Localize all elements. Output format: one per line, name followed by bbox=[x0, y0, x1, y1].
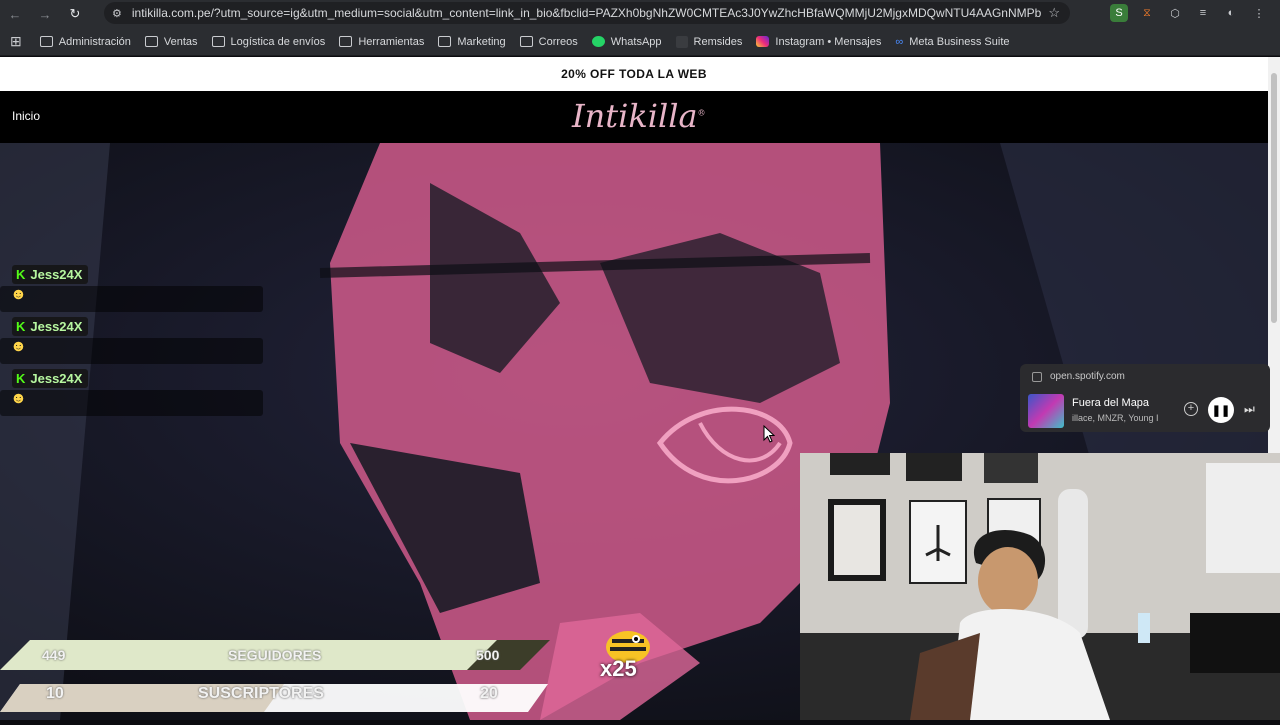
url-text[interactable]: intikilla.com.pe/?utm_source=ig&utm_medi… bbox=[132, 6, 1042, 20]
subs-current: 10 bbox=[46, 685, 64, 702]
chat-message: K Jess24X ☻ bbox=[0, 369, 263, 416]
add-icon[interactable]: + bbox=[1184, 402, 1198, 416]
meta-icon: ∞ bbox=[895, 35, 904, 48]
bookmark-label: Remsides bbox=[693, 35, 743, 48]
scrollbar-thumb[interactable] bbox=[1271, 73, 1277, 323]
chat-message: K Jess24X ☻ bbox=[0, 265, 263, 312]
bookmark-whatsapp[interactable]: WhatsApp bbox=[591, 35, 662, 48]
extension-icon[interactable]: S bbox=[1110, 4, 1128, 22]
folder-icon bbox=[438, 36, 452, 47]
followers-label: SEGUIDORES bbox=[228, 647, 322, 663]
apps-grid-icon[interactable]: ⊞ bbox=[10, 33, 22, 50]
reading-list-icon[interactable]: ≡ bbox=[1194, 4, 1212, 22]
chat-message: K Jess24X ☻ bbox=[0, 317, 263, 364]
followers-goal: 500 bbox=[476, 647, 500, 663]
bookmark-ventas[interactable]: Ventas bbox=[144, 35, 198, 48]
reload-button[interactable]: ↻ bbox=[60, 6, 90, 22]
site-header: Inicio Intikilla® bbox=[0, 91, 1268, 143]
multiplier-label: x25 bbox=[600, 656, 637, 681]
browser-toolbar: ← → ↻ ⚙ intikilla.com.pe/?utm_source=ig&… bbox=[0, 0, 1280, 28]
extensions-area: S ⧖ ⬡ ≡ ◐ ⋮ bbox=[1110, 4, 1268, 22]
emote-icon: ☻ bbox=[10, 286, 27, 303]
site-logo[interactable]: Intikilla® bbox=[572, 97, 706, 135]
menu-kebab-icon[interactable]: ⋮ bbox=[1250, 4, 1268, 22]
followers-current: 449 bbox=[42, 647, 66, 663]
pause-button[interactable]: ❚❚ bbox=[1208, 397, 1234, 423]
bookmark-label: Meta Business Suite bbox=[909, 35, 1010, 48]
bookmark-meta-business[interactable]: ∞ Meta Business Suite bbox=[895, 36, 1009, 48]
bookmark-label: Logística de envíos bbox=[230, 35, 326, 48]
bookmark-logistica[interactable]: Logística de envíos bbox=[211, 35, 326, 48]
bookmark-administracion[interactable]: Administración bbox=[39, 35, 131, 48]
whatsapp-icon bbox=[591, 36, 605, 47]
stream-goal-bars: 449 SEGUIDORES 500 10 SUSCRIPTORES 20 bbox=[0, 640, 800, 725]
bookmark-instagram[interactable]: Instagram • Mensajes bbox=[756, 36, 881, 48]
kick-badge-icon: K bbox=[16, 319, 26, 334]
folder-icon bbox=[339, 36, 353, 47]
mouse-cursor-icon bbox=[763, 425, 775, 443]
chat-username[interactable]: K Jess24X bbox=[12, 369, 89, 388]
bookmarks-bar: ⊞ Administración Ventas Logística de env… bbox=[0, 28, 1280, 56]
nav-home-link[interactable]: Inicio bbox=[12, 109, 40, 123]
media-source[interactable]: open.spotify.com bbox=[1050, 371, 1125, 382]
album-art bbox=[1028, 394, 1064, 428]
kick-badge-icon: K bbox=[16, 267, 26, 282]
chat-message-body: ☻ bbox=[0, 286, 263, 312]
tab-icon bbox=[1032, 372, 1042, 382]
instagram-icon bbox=[756, 36, 770, 47]
address-bar[interactable]: ⚙ intikilla.com.pe/?utm_source=ig&utm_me… bbox=[104, 2, 1070, 24]
folder-icon bbox=[39, 36, 53, 47]
track-artists: illace, MNZR, Young I bbox=[1072, 413, 1158, 423]
bookmark-herramientas[interactable]: Herramientas bbox=[339, 36, 424, 48]
emote-icon: ☻ bbox=[10, 338, 27, 355]
chat-username[interactable]: K Jess24X bbox=[12, 317, 89, 336]
profile-avatar-icon[interactable]: ◐ bbox=[1222, 4, 1240, 22]
bookmark-label: Instagram • Mensajes bbox=[775, 35, 882, 48]
promo-banner[interactable]: 20% OFF TODA LA WEB bbox=[0, 57, 1268, 91]
kick-badge-icon: K bbox=[16, 371, 26, 386]
bookmark-star-icon[interactable]: ☆ bbox=[1048, 5, 1060, 21]
chat-message-body: ☻ bbox=[0, 390, 263, 416]
bookmark-remsides[interactable]: Remsides bbox=[675, 35, 743, 48]
subs-label: SUSCRIPTORES bbox=[198, 685, 324, 702]
track-title: Fuera del Mapa bbox=[1072, 397, 1150, 409]
webcam-feed bbox=[800, 453, 1280, 720]
emote-icon: ☻ bbox=[10, 390, 27, 407]
chat-username[interactable]: K Jess24X bbox=[12, 265, 89, 284]
bookmark-label: Herramientas bbox=[358, 35, 425, 48]
bookmark-label: WhatsApp bbox=[610, 35, 662, 48]
chat-message-body: ☻ bbox=[0, 338, 263, 364]
next-track-icon[interactable]: ⏭ bbox=[1244, 402, 1255, 417]
bookmark-label: Ventas bbox=[163, 35, 198, 48]
extension-icon[interactable]: ⧖ bbox=[1138, 4, 1156, 22]
bookmark-marketing[interactable]: Marketing bbox=[438, 35, 506, 48]
back-button[interactable]: ← bbox=[0, 7, 30, 22]
site-info-icon[interactable]: ⚙ bbox=[112, 7, 122, 20]
goal-bars-graphic bbox=[0, 640, 550, 712]
promo-text: 20% OFF TODA LA WEB bbox=[561, 67, 707, 81]
extensions-puzzle-icon[interactable]: ⬡ bbox=[1166, 4, 1184, 22]
folder-icon bbox=[144, 36, 158, 47]
bookmark-label: Correos bbox=[538, 35, 578, 48]
bookmark-label: Marketing bbox=[457, 35, 506, 48]
bookmark-label: Administración bbox=[58, 35, 131, 48]
folder-icon bbox=[519, 36, 533, 47]
webcam-scene bbox=[800, 453, 1280, 720]
folder-icon bbox=[211, 36, 225, 47]
spotify-media-widget: open.spotify.com Fuera del Mapa illace, … bbox=[1020, 364, 1270, 432]
forward-button[interactable]: → bbox=[30, 7, 60, 22]
bookmark-correos[interactable]: Correos bbox=[519, 35, 578, 48]
remsides-icon bbox=[675, 35, 688, 48]
subs-goal: 20 bbox=[480, 685, 498, 702]
